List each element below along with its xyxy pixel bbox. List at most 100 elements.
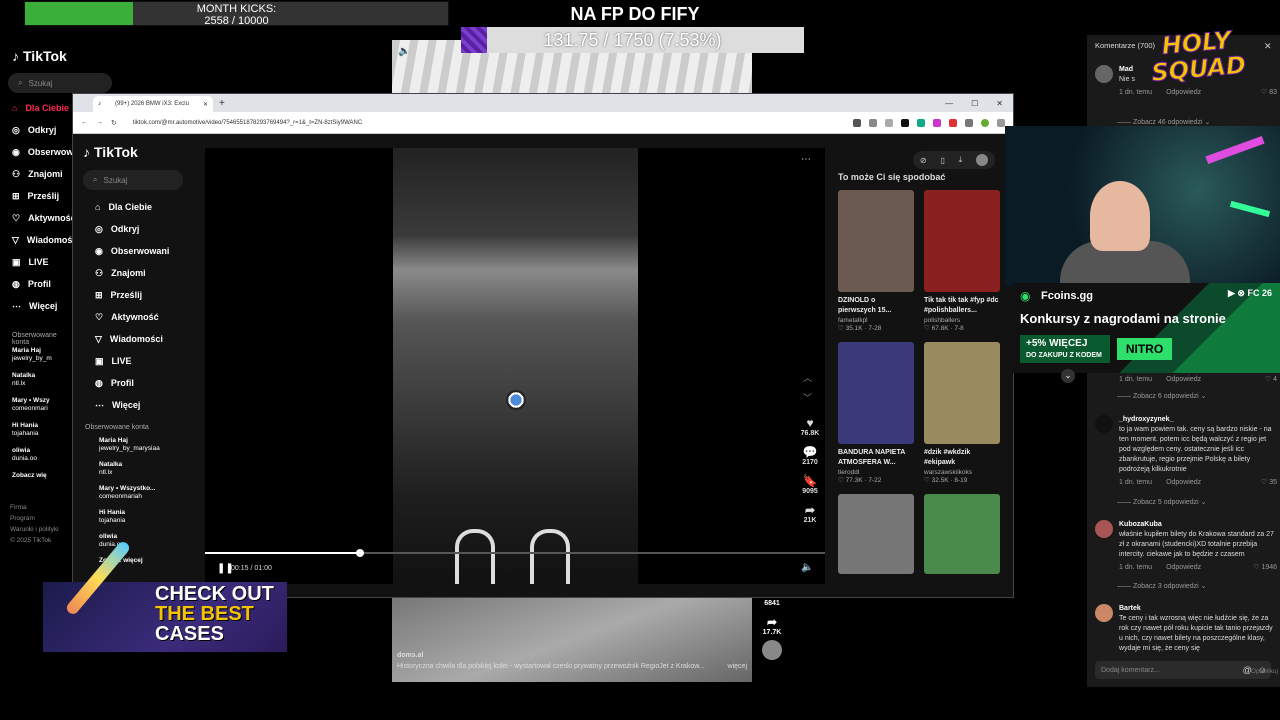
followed-account[interactable]: Hi Hania tojahania <box>99 509 198 533</box>
more-options-icon[interactable]: ⋯ <box>801 154 811 165</box>
extension-icon[interactable] <box>853 118 861 127</box>
nav-explore[interactable]: ◎ Odkryj <box>83 218 198 240</box>
nav-upload[interactable]: ⊞ Prześlij <box>83 284 198 306</box>
video-thumbnail[interactable] <box>924 494 1000 574</box>
search-input[interactable]: ⌕ Szukaj <box>83 170 183 190</box>
followed-account[interactable]: Natalka ntl.lx <box>12 372 52 397</box>
share-icon[interactable]: ➦ <box>795 503 825 517</box>
comment-user[interactable]: KubozaKuba <box>1119 521 1162 528</box>
followed-account[interactable]: Mary • Wszystko... comeonmariah <box>99 485 198 509</box>
caption-more-link[interactable]: więcej <box>728 661 747 672</box>
extension-icon[interactable] <box>949 118 957 127</box>
video-frame[interactable] <box>393 148 638 584</box>
card-author[interactable]: warszawskiikoks <box>924 469 1000 476</box>
comment-user[interactable]: _hydroxyzynek_ <box>1119 416 1173 423</box>
recommended-card[interactable]: #dzik #wkdzik #ekipawk warszawskiikoks ♡ 3… <box>924 342 1000 484</box>
recommended-card[interactable]: DZINOLD o pierwszych 15... fametalkpl ♡ 35… <box>838 190 914 332</box>
bookmark-icon[interactable]: 🔖 <box>795 474 825 488</box>
profile-avatar[interactable] <box>981 118 989 127</box>
heart-icon[interactable]: ♡ <box>1261 479 1267 486</box>
followed-account[interactable]: Hi Hania tojahania <box>12 422 52 447</box>
view-replies[interactable]: —— Zobacz 6 odpowiedzi ⌄ <box>1117 392 1207 400</box>
footer-program[interactable]: Program <box>10 513 59 524</box>
card-author[interactable]: tieroddl <box>838 469 914 476</box>
forward-icon[interactable]: → <box>96 119 103 126</box>
extension-icon[interactable] <box>917 118 925 127</box>
reload-icon[interactable]: ↻ <box>111 119 117 127</box>
followed-account[interactable]: Maria Haj jewelry_by_m <box>12 347 52 372</box>
translate-icon[interactable] <box>869 118 877 127</box>
view-replies[interactable]: —— Zobacz 46 odpowiedzi ⌄ <box>1117 118 1210 126</box>
close-icon[interactable]: ✕ <box>1264 41 1272 52</box>
volume-icon[interactable]: 🔈 <box>801 562 813 573</box>
avatar[interactable] <box>1095 65 1113 83</box>
video-player[interactable]: ⋯ ︿ ﹀ ♥ 76.8K 💬 2170 🔖 9095 ➦ 21K ❚❚ 00:15 /… <box>205 148 825 584</box>
share-icon[interactable]: ➦ <box>758 615 786 629</box>
maximize-icon[interactable]: ☐ <box>971 99 978 108</box>
footer-company[interactable]: Firma <box>10 502 59 513</box>
video-thumbnail[interactable] <box>924 190 1000 292</box>
download-icon[interactable]: ⤓ <box>959 155 963 165</box>
nav-friends[interactable]: ⚇ Znajomi <box>83 262 198 284</box>
star-icon[interactable] <box>885 118 893 127</box>
reply-button[interactable]: Odpowiedz <box>1166 375 1201 385</box>
close-icon[interactable]: ✕ <box>203 101 208 108</box>
tiktok-logo[interactable]: ♪ TikTok <box>83 144 198 160</box>
heart-icon[interactable]: ♡ <box>1265 376 1271 383</box>
chevron-down-icon[interactable]: ﹀ <box>803 388 812 408</box>
card-author[interactable]: polishballers <box>924 317 1000 324</box>
recommended-card[interactable]: BANDURA NAPIETA ATMOSFERA W... tieroddl ♡ … <box>838 342 914 484</box>
nav-following[interactable]: ◉ Obserwowani <box>83 240 198 262</box>
publish-button[interactable]: Opublikuj <box>1251 668 1278 675</box>
video-thumbnail[interactable] <box>838 190 914 292</box>
nav-for-you[interactable]: ⌂ Dla Ciebie <box>83 196 198 218</box>
close-window-icon[interactable]: ✕ <box>996 99 1003 108</box>
followed-account[interactable]: Natalka ntl.lx <box>99 461 198 485</box>
tiktok-logo[interactable]: ♪ TikTok <box>12 48 67 64</box>
followed-account[interactable]: Mary • Wszy comeonmari <box>12 397 52 422</box>
nav-live[interactable]: ▣ LIVE <box>83 350 198 372</box>
heart-icon[interactable]: ♡ <box>1253 564 1259 571</box>
recommended-card[interactable] <box>924 494 1000 574</box>
reply-button[interactable]: Odpowiedz <box>1166 478 1201 488</box>
nav-more[interactable]: ⋯ Więcej <box>83 394 198 416</box>
followed-account[interactable]: Maria Haj jewelry_by_marysiaa <box>99 437 198 461</box>
footer-terms[interactable]: Warunki i polityki <box>10 524 59 535</box>
followed-account[interactable]: oliwia dunia.oo <box>12 447 52 472</box>
menu-icon[interactable] <box>997 118 1005 127</box>
minimize-icon[interactable]: — <box>945 99 953 108</box>
back-icon[interactable]: ← <box>81 119 88 126</box>
see-more-link[interactable]: Zobacz wię <box>12 472 52 480</box>
chevron-up-icon[interactable]: ︿ <box>803 368 812 388</box>
chevron-down-icon[interactable]: ⌄ <box>1061 369 1075 383</box>
avatar[interactable] <box>1095 415 1113 433</box>
new-tab-icon[interactable]: + <box>219 98 225 109</box>
cases-ad[interactable]: CHECK OUT THE BEST CASES <box>43 539 287 652</box>
avatar[interactable] <box>1095 604 1113 622</box>
url-input[interactable]: tiktok.com/@mr.automotive/video/75465518… <box>133 120 362 126</box>
user-avatar[interactable] <box>976 154 989 166</box>
recommended-card[interactable] <box>838 494 914 574</box>
comment-user[interactable]: Bartek <box>1119 605 1141 612</box>
nav-activity[interactable]: ♡ Aktywność <box>83 306 198 328</box>
extension-icon[interactable] <box>933 118 941 127</box>
video-author[interactable]: doms.al <box>397 650 747 661</box>
view-replies[interactable]: —— Zobacz 3 odpowiedzi ⌄ <box>1117 582 1207 590</box>
avatar[interactable] <box>1095 520 1113 538</box>
nav-profile[interactable]: ◍ Profil <box>83 372 198 394</box>
video-thumbnail[interactable] <box>838 494 914 574</box>
nav-messages[interactable]: ▽ Wiadomości <box>83 328 198 350</box>
heart-icon[interactable]: ♥ <box>795 416 825 430</box>
video-thumbnail[interactable] <box>924 342 1000 444</box>
card-author[interactable]: fametalkpl <box>838 317 914 324</box>
video-thumbnail[interactable] <box>838 342 914 444</box>
recommended-card[interactable]: Tik tak tik tak #fyp #dc #polishballers.… <box>924 190 1000 332</box>
video-progress-bar[interactable] <box>205 549 825 557</box>
extension-icon[interactable] <box>901 118 909 127</box>
search-input[interactable]: ⌕ Szukaj <box>8 73 112 93</box>
comment-input[interactable]: Dodaj komentarz... @ ☺ <box>1095 661 1271 679</box>
puzzle-icon[interactable] <box>965 118 973 127</box>
comment-icon[interactable]: 💬 <box>795 445 825 459</box>
video-progress-handle[interactable] <box>356 549 364 557</box>
autoscroll-icon[interactable]: ⊘ <box>920 156 927 165</box>
